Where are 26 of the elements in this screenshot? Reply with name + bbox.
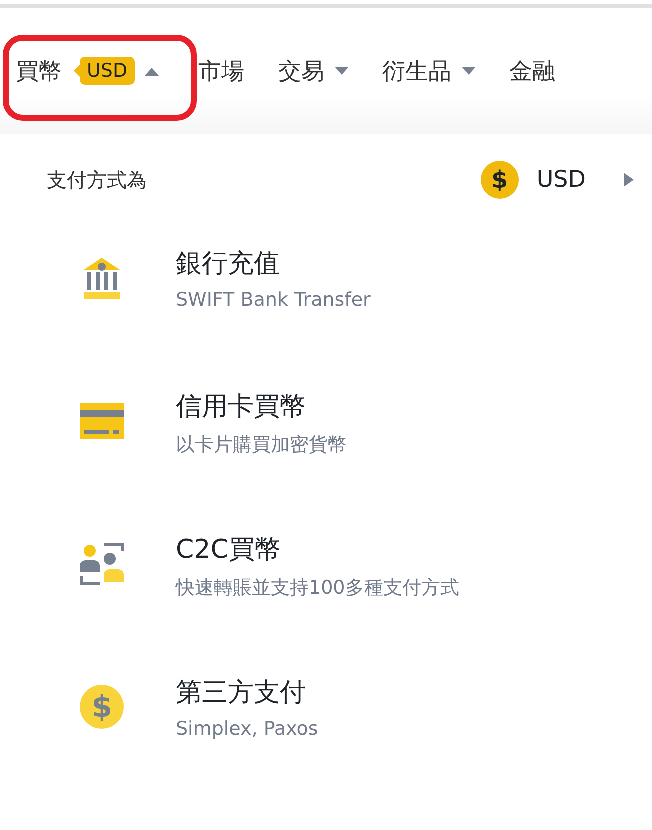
nav-item[interactable]: 買幣 [16, 56, 62, 86]
payment-method[interactable]: 信用卡買幣 以卡片購買加密貨幣 [0, 389, 652, 532]
method-subtitle: Simplex, Paxos [176, 718, 318, 740]
nav-item[interactable]: 交易 [278, 56, 349, 86]
currency-selector[interactable]: $ USD [480, 161, 634, 199]
payment-label: 支付方式為 [47, 166, 147, 194]
dollar-coin-icon: $ [80, 685, 124, 729]
nav-item[interactable]: 衍生品 [382, 56, 476, 86]
nav-item[interactable]: 市場 [198, 56, 245, 86]
nav-item[interactable]: 金融 [510, 56, 556, 86]
caret-down-icon[interactable] [334, 66, 349, 76]
caret-down-icon[interactable] [462, 66, 476, 76]
method-subtitle: 以卡片購買加密貨幣 [176, 433, 347, 458]
caret-up-icon[interactable] [144, 66, 159, 76]
method-title: C2C買幣 [176, 534, 282, 567]
payment-method[interactable]: 銀行充值 SWIFT Bank Transfer [0, 246, 652, 389]
method-title: 第三方支付 [176, 677, 307, 710]
caret-right-icon [624, 173, 634, 187]
method-subtitle: 快速轉賬並支持100多種支付方式 [176, 576, 460, 601]
dollar-coin-icon: $ [480, 161, 519, 199]
payment-method[interactable]: C2C買幣 快速轉賬並支持100多種支付方式 [0, 532, 652, 675]
method-subtitle: SWIFT Bank Transfer [176, 289, 371, 311]
method-title: 銀行充值 [176, 248, 281, 281]
method-title: 信用卡買幣 [176, 391, 307, 424]
payment-method[interactable]: $ 第三方支付 Simplex, Paxos [0, 675, 652, 818]
two-users-icon [80, 542, 124, 586]
